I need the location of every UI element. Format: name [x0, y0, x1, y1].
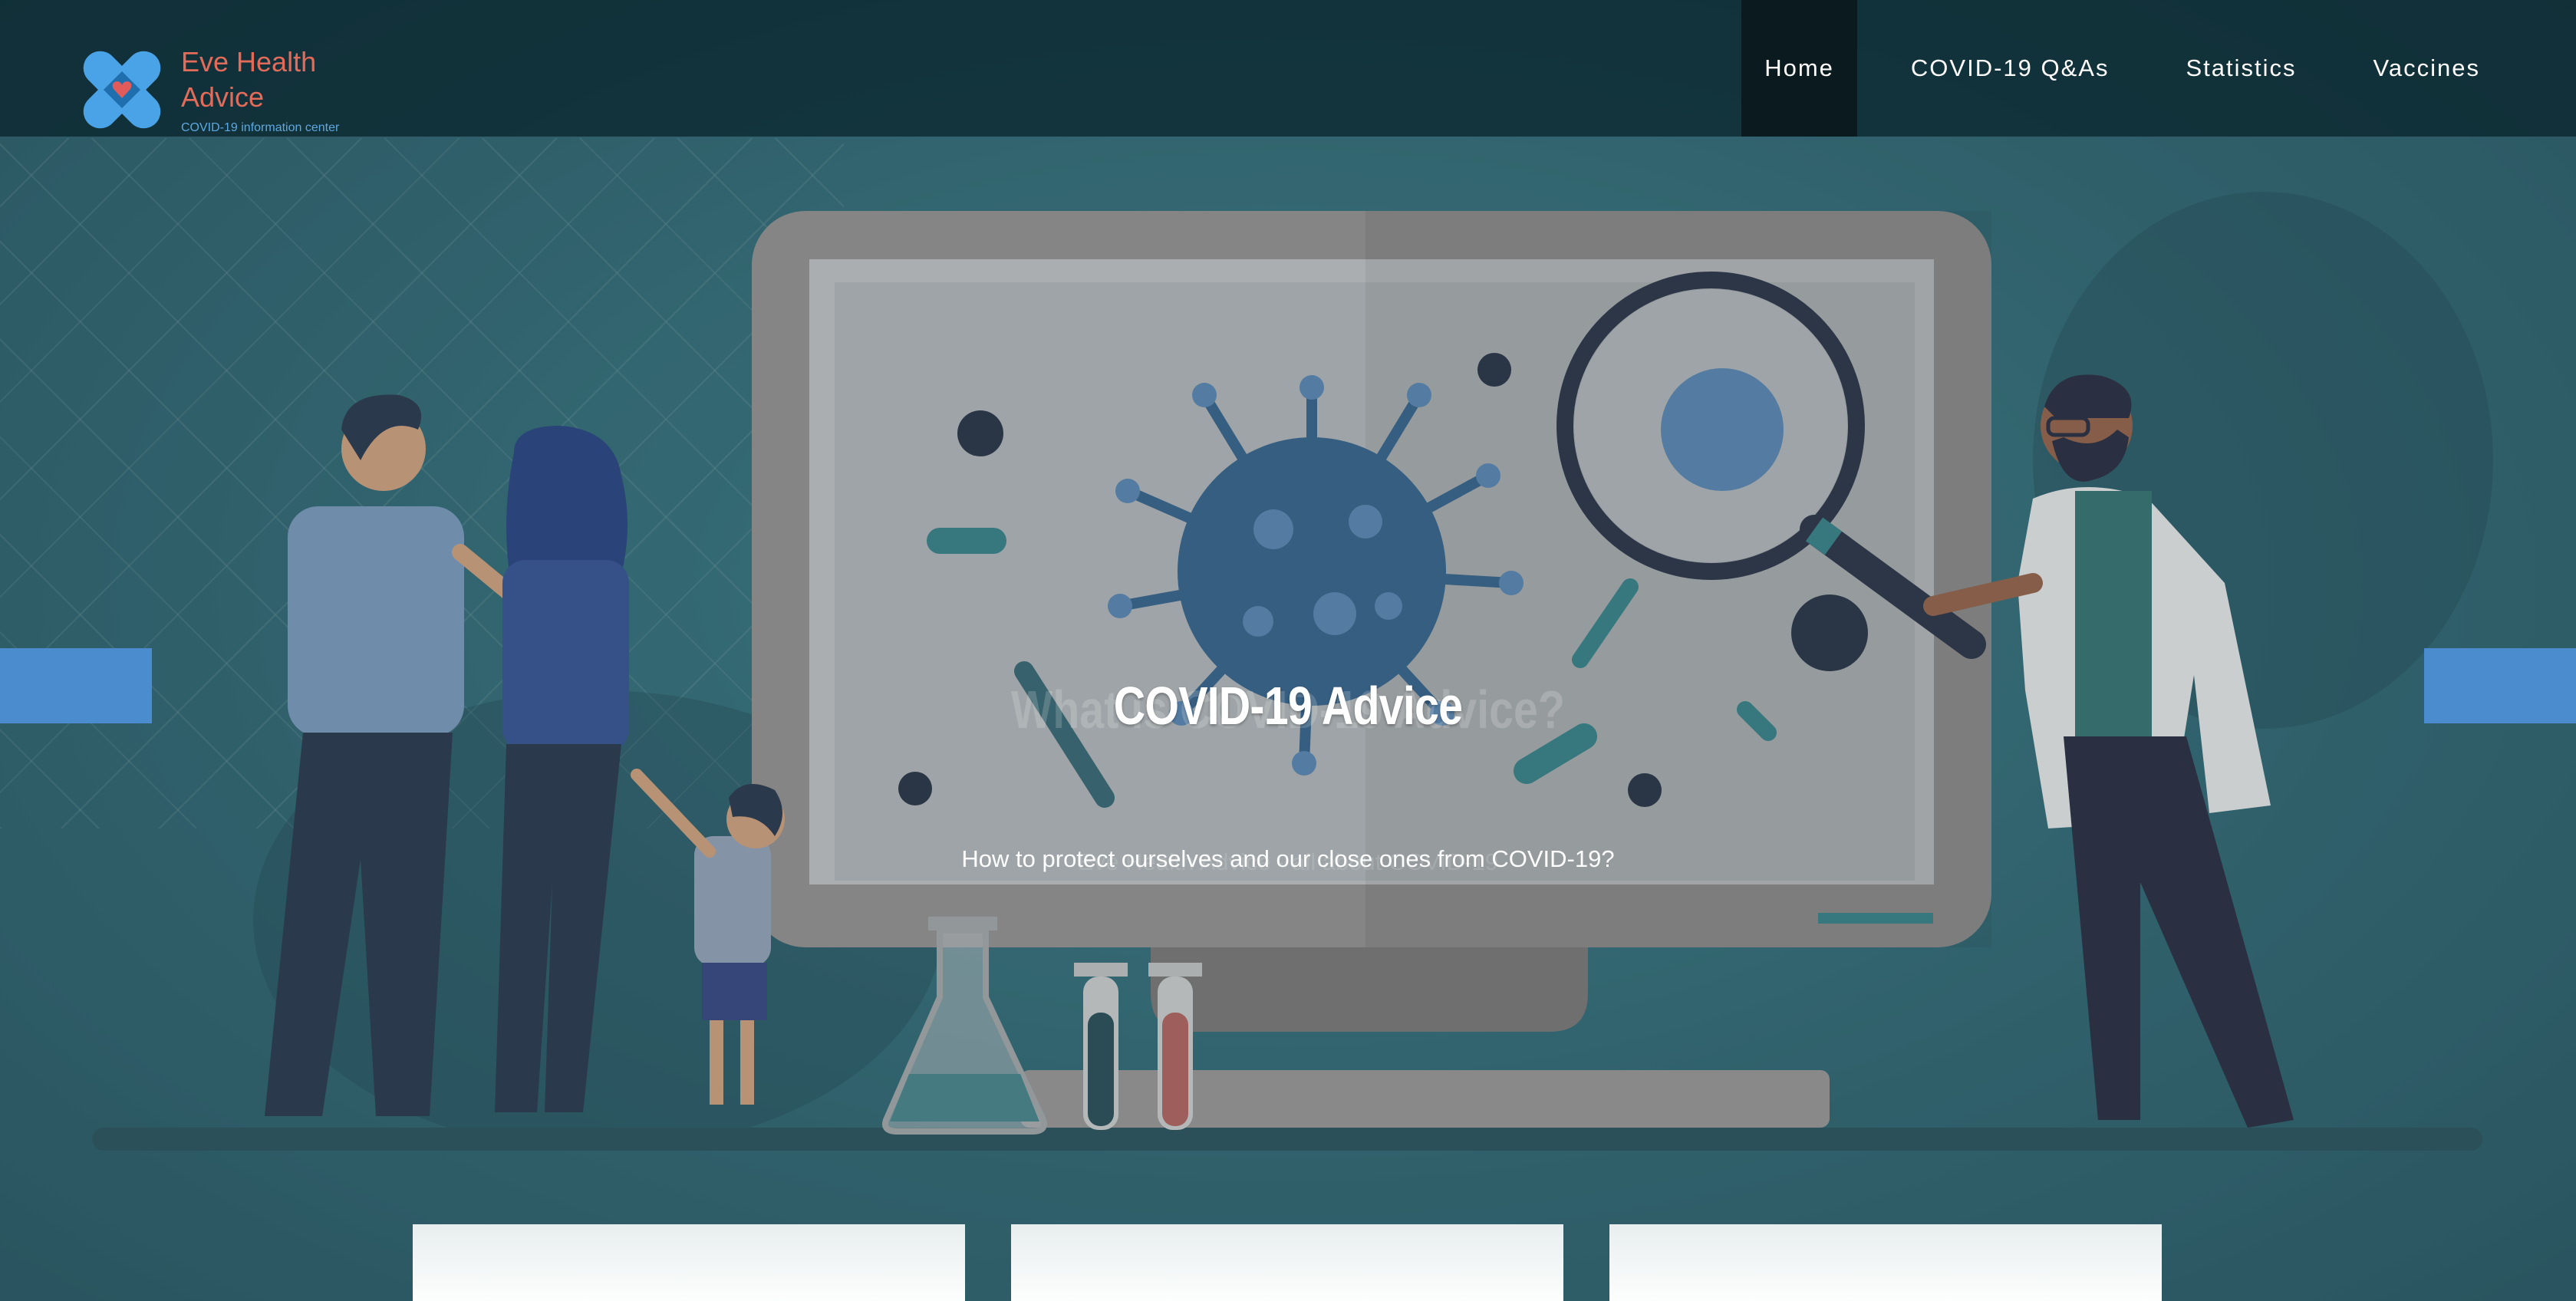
brand-name: Eve Health Advice: [181, 46, 317, 113]
navbar: Eve Health Advice COVID-19 information c…: [0, 0, 2576, 137]
info-card[interactable]: [1609, 1224, 2162, 1301]
carousel-prev-button[interactable]: [0, 648, 152, 723]
carousel-next-button[interactable]: [2424, 648, 2576, 723]
brand-tagline: COVID-19 information center: [181, 121, 340, 134]
info-card[interactable]: [1011, 1224, 1563, 1301]
hero-subtitle: How to protect ourselves and our close o…: [961, 845, 1615, 872]
nav-item-vaccines[interactable]: Vaccines: [2350, 0, 2504, 137]
bandage-logo-icon: [83, 51, 161, 129]
nav-item-statistics[interactable]: Statistics: [2163, 0, 2319, 137]
brand-logo[interactable]: Eve Health Advice COVID-19 information c…: [77, 44, 339, 135]
main-nav: Home COVID-19 Q&As Statistics Vaccines: [1741, 0, 2576, 137]
nav-item-home[interactable]: Home: [1741, 0, 1857, 137]
nav-item-covid-qas[interactable]: COVID-19 Q&As: [1888, 0, 2133, 137]
hero-title: COVID-19 Advice: [1113, 676, 1463, 736]
info-card[interactable]: [413, 1224, 965, 1301]
hero-section: What is COVID-19 Advice? COVID-19 Advice…: [0, 0, 2576, 1301]
